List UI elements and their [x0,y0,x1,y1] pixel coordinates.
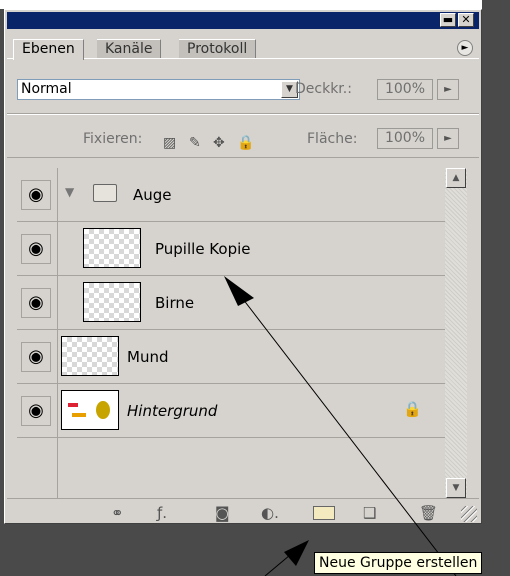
annotation-arrowhead-lower [284,540,309,566]
tooltip: Neue Gruppe erstellen [314,552,483,574]
annotation-arrowhead-upper [224,276,254,306]
annotation-arrows [224,276,457,576]
tab-ebenen[interactable]: Ebenen [13,39,84,60]
annotation-arrow-line-upper [235,289,457,576]
